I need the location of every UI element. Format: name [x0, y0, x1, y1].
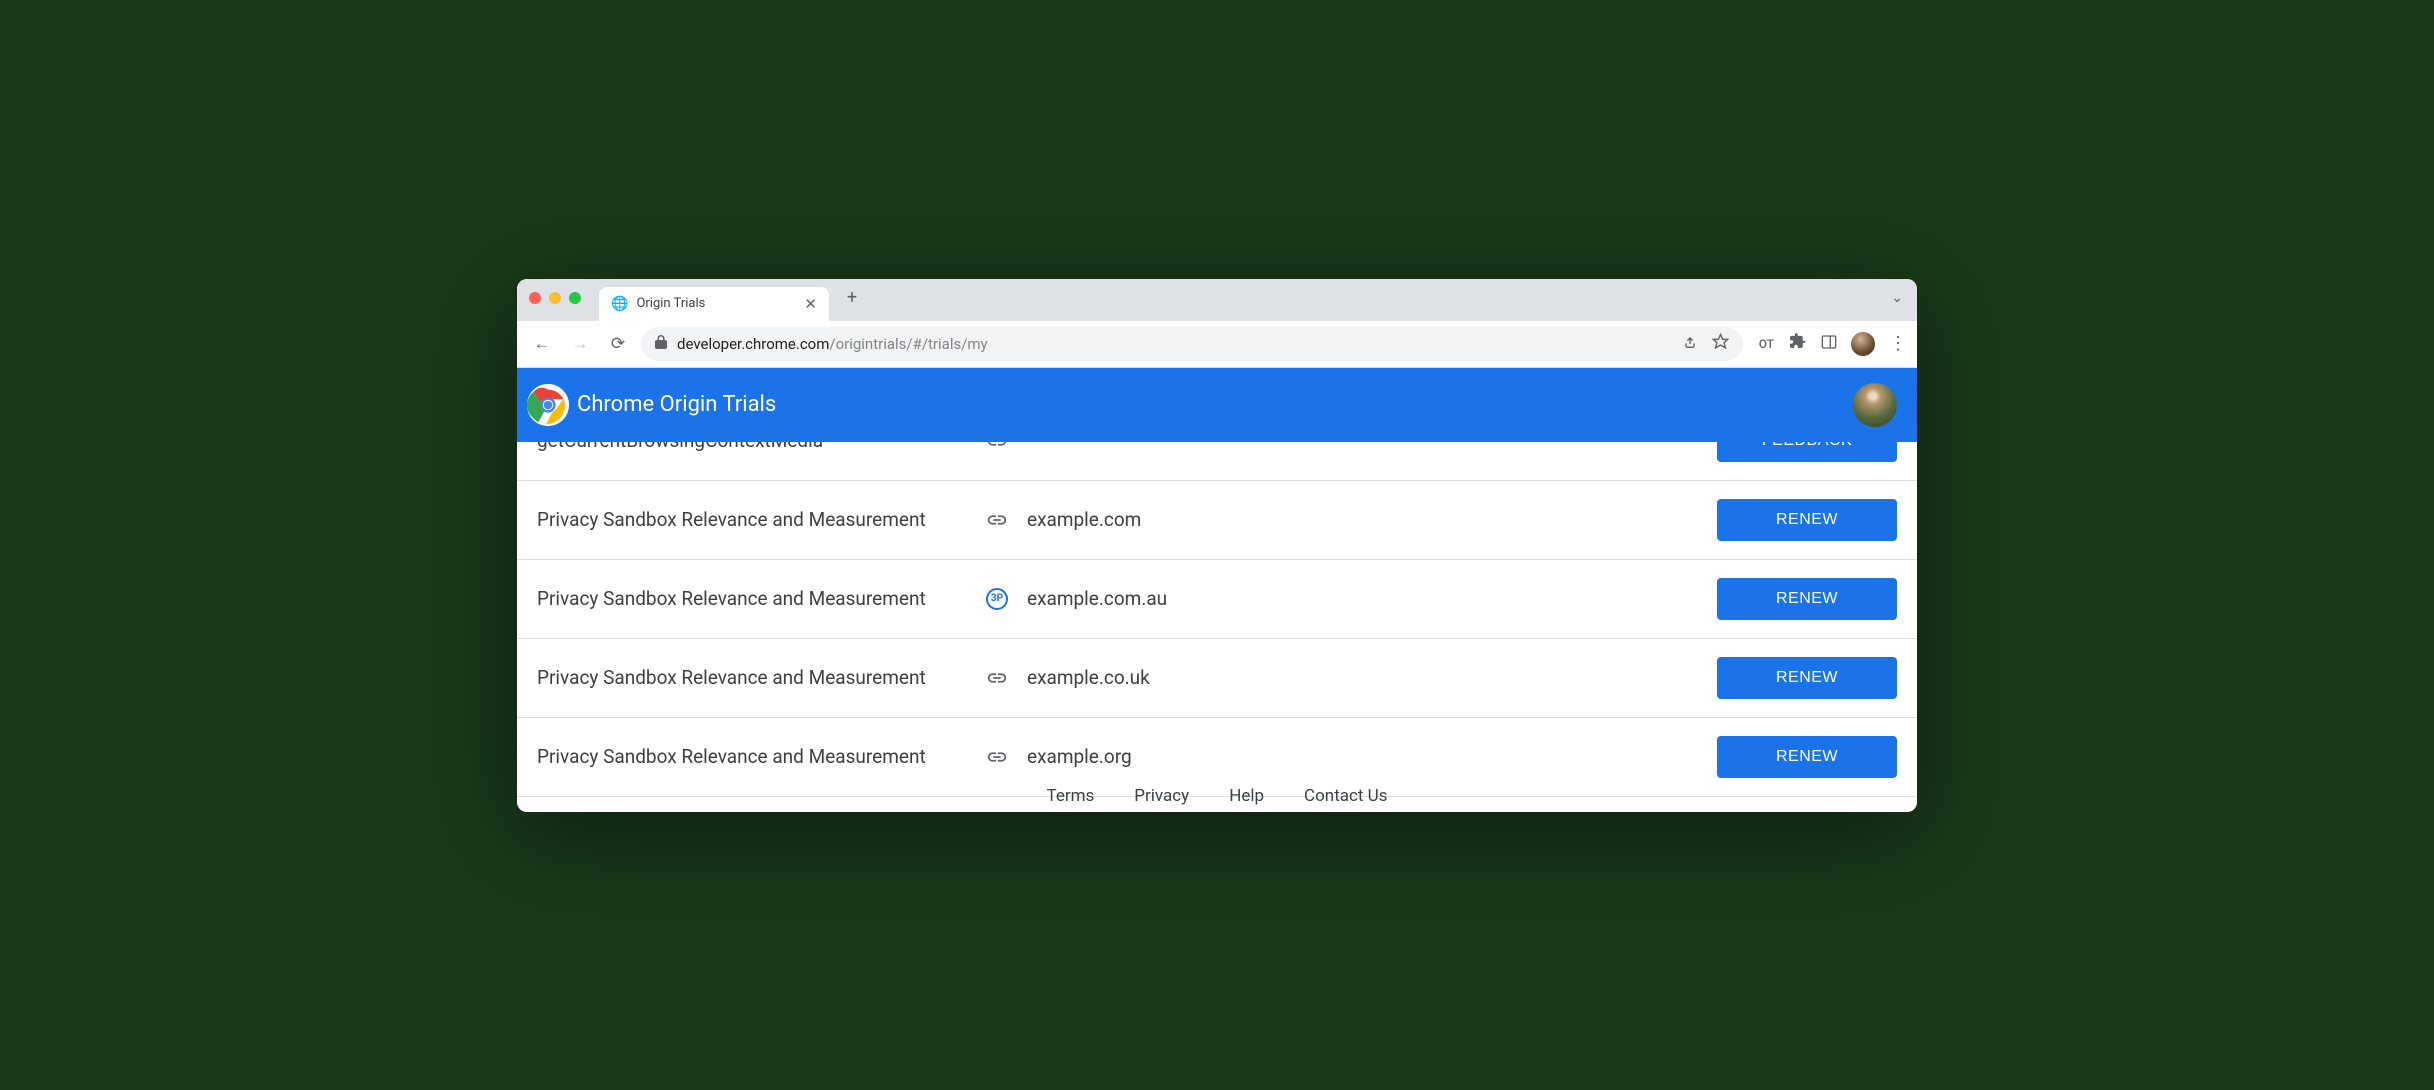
trial-row[interactable]: getCurrentBrowsingContextMedia FEEDBACK [517, 442, 1917, 481]
back-button[interactable]: ← [527, 329, 557, 359]
chrome-menu-icon[interactable]: ⋮ [1889, 333, 1907, 354]
trial-row[interactable]: Privacy Sandbox Relevance and Measuremen… [517, 639, 1917, 718]
minimize-window-button[interactable] [549, 292, 561, 304]
bookmark-icon[interactable] [1712, 333, 1729, 354]
renew-button[interactable]: RENEW [1717, 657, 1897, 699]
app-header: Chrome Origin Trials [517, 368, 1917, 442]
trial-name: Privacy Sandbox Relevance and Measuremen… [537, 745, 967, 768]
link-icon [985, 442, 1009, 452]
globe-icon: 🌐 [611, 296, 628, 312]
content-area: getCurrentBrowsingContextMedia FEEDBACK … [517, 442, 1917, 812]
renew-button[interactable]: RENEW [1717, 578, 1897, 620]
trial-row[interactable]: Privacy Sandbox Relevance and Measuremen… [517, 560, 1917, 639]
url-text: developer.chrome.com/origintrials/#/tria… [677, 335, 988, 353]
trial-name: getCurrentBrowsingContextMedia [537, 442, 967, 453]
trial-row[interactable]: Privacy Sandbox Relevance and Measuremen… [517, 481, 1917, 560]
browser-window: 🌐 Origin Trials ✕ + ⌄ ← → ⟳ developer.ch… [517, 279, 1917, 812]
address-bar[interactable]: developer.chrome.com/origintrials/#/tria… [641, 327, 1743, 361]
window-controls [529, 292, 581, 304]
extensions-icon[interactable] [1790, 333, 1807, 354]
lock-icon [655, 335, 667, 353]
renew-button[interactable]: RENEW [1717, 736, 1897, 778]
feedback-button[interactable]: FEEDBACK [1717, 442, 1897, 462]
trial-name: Privacy Sandbox Relevance and Measuremen… [537, 666, 967, 689]
titlebar: 🌐 Origin Trials ✕ + ⌄ [517, 279, 1917, 321]
link-icon [985, 509, 1009, 531]
origin-domain: example.com.au [1027, 587, 1699, 610]
tab-title: Origin Trials [636, 296, 705, 311]
new-tab-button[interactable]: + [839, 285, 865, 311]
renew-button[interactable]: RENEW [1717, 499, 1897, 541]
third-party-icon: 3P [985, 588, 1009, 610]
profile-avatar[interactable] [1851, 332, 1875, 356]
browser-toolbar: ← → ⟳ developer.chrome.com/origintrials/… [517, 321, 1917, 368]
footer-terms-link[interactable]: Terms [1047, 786, 1095, 806]
close-window-button[interactable] [529, 292, 541, 304]
tabs-dropdown-icon[interactable]: ⌄ [1891, 290, 1903, 306]
footer-privacy-link[interactable]: Privacy [1134, 786, 1189, 806]
reload-button[interactable]: ⟳ [603, 329, 633, 359]
ot-extension-badge[interactable]: OT [1757, 335, 1776, 353]
trial-name: Privacy Sandbox Relevance and Measuremen… [537, 587, 967, 610]
side-panel-icon[interactable] [1821, 334, 1837, 354]
user-avatar[interactable] [1853, 383, 1897, 427]
app-title: Chrome Origin Trials [577, 392, 776, 417]
origin-domain: example.org [1027, 745, 1699, 768]
forward-button[interactable]: → [565, 329, 595, 359]
toolbar-actions: OT ⋮ [1751, 332, 1907, 356]
chrome-logo-icon [525, 382, 571, 428]
close-tab-icon[interactable]: ✕ [804, 295, 817, 313]
footer-links: Terms Privacy Help Contact Us [517, 786, 1917, 806]
trial-list: getCurrentBrowsingContextMedia FEEDBACK … [517, 442, 1917, 812]
link-icon [985, 746, 1009, 768]
trial-name: Privacy Sandbox Relevance and Measuremen… [537, 508, 967, 531]
footer-contact-link[interactable]: Contact Us [1304, 786, 1387, 806]
browser-tab[interactable]: 🌐 Origin Trials ✕ [599, 287, 829, 321]
origin-domain: example.com [1027, 508, 1699, 531]
link-icon [985, 667, 1009, 689]
footer-help-link[interactable]: Help [1229, 786, 1264, 806]
share-icon[interactable] [1682, 334, 1698, 354]
origin-domain: example.co.uk [1027, 666, 1699, 689]
maximize-window-button[interactable] [569, 292, 581, 304]
